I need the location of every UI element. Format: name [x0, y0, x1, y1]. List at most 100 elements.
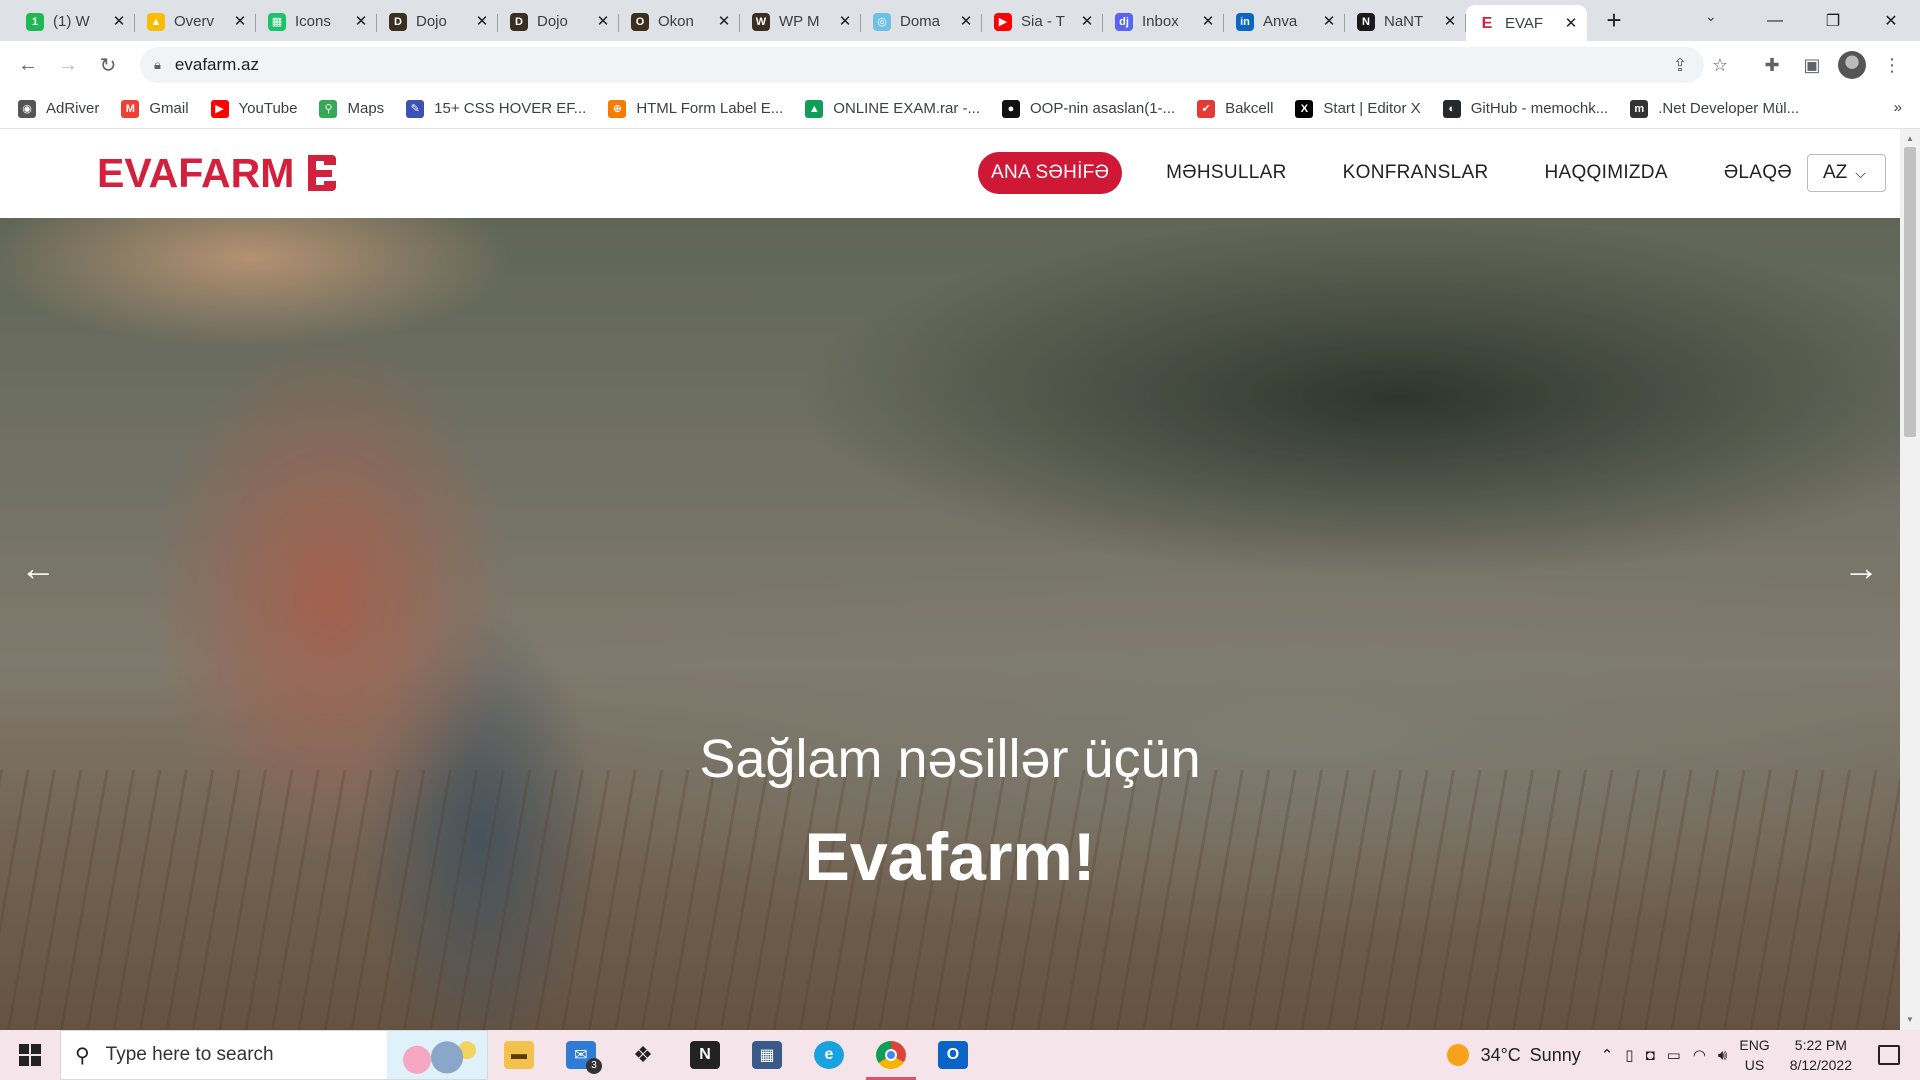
- taskbar-search[interactable]: ⚲ Type here to search: [60, 1030, 488, 1080]
- close-window-icon[interactable]: ✕: [1862, 11, 1920, 31]
- address-bar[interactable]: 🔒︎ evafarm.az: [140, 47, 1704, 83]
- language-current: AZ: [1823, 162, 1848, 183]
- scroll-thumb[interactable]: [1904, 147, 1916, 437]
- bookmark-item[interactable]: ● OOP-nin asaslan(1-...: [1002, 99, 1175, 118]
- bookmarks-overflow-icon[interactable]: »: [1894, 99, 1902, 116]
- forward-icon[interactable]: →: [48, 45, 88, 85]
- tab-close-icon[interactable]: ✕: [595, 13, 611, 30]
- bookmark-item[interactable]: ▶ YouTube: [210, 99, 297, 118]
- volume-icon[interactable]: 🔊︎: [1718, 1047, 1727, 1064]
- browser-tab[interactable]: 1 (1) W ✕: [14, 6, 135, 38]
- bookmark-item[interactable]: ◐ GitHub - memochk...: [1442, 99, 1608, 118]
- nav-item[interactable]: HAQQIMIZDA: [1544, 162, 1667, 184]
- browser-tab[interactable]: O Okon ✕: [619, 6, 740, 38]
- tab-close-icon[interactable]: ✕: [353, 13, 369, 30]
- input-language[interactable]: ENG US: [1739, 1035, 1769, 1075]
- url-text[interactable]: evafarm.az: [175, 55, 259, 75]
- reload-icon[interactable]: ↻: [88, 45, 128, 85]
- slider-next-arrow-icon[interactable]: →: [1841, 548, 1881, 588]
- bookmark-item[interactable]: X Start | Editor X: [1295, 99, 1421, 118]
- bookmark-item[interactable]: ⊕ HTML Form Label E...: [608, 99, 783, 118]
- bookmark-item[interactable]: ✎ 15+ CSS HOVER EF...: [406, 99, 586, 118]
- nav-item[interactable]: MƏHSULLAR: [1166, 162, 1286, 184]
- browser-tab[interactable]: E EVAF ✕: [1466, 5, 1587, 42]
- restore-icon[interactable]: ❐: [1804, 11, 1862, 31]
- tab-close-icon[interactable]: ✕: [232, 13, 248, 30]
- chevron-up-icon[interactable]: ⌃: [1601, 1046, 1614, 1064]
- browser-tab[interactable]: ▲ Overv ✕: [135, 6, 256, 38]
- outlook-icon[interactable]: O: [922, 1030, 984, 1080]
- scroll-down-icon[interactable]: ▼: [1900, 1012, 1920, 1028]
- tab-close-icon[interactable]: ✕: [474, 13, 490, 30]
- browser-tab[interactable]: in Anva ✕: [1224, 6, 1345, 38]
- browser-tab[interactable]: ▦ Icons ✕: [256, 6, 377, 38]
- slider-prev-arrow-icon[interactable]: ←: [18, 548, 58, 588]
- wifi-icon[interactable]: ◠: [1693, 1046, 1706, 1064]
- extensions-icon[interactable]: ✚: [1754, 47, 1790, 83]
- bookmark-item[interactable]: ⚲ Maps: [319, 99, 384, 118]
- battery-icon[interactable]: ▭: [1667, 1046, 1681, 1064]
- calculator-icon[interactable]: ▦: [736, 1030, 798, 1080]
- device-icon[interactable]: ▯: [1625, 1046, 1633, 1064]
- sun-icon: [1446, 1044, 1469, 1066]
- nav-item[interactable]: ANA SƏHİFƏ: [978, 152, 1123, 194]
- bookmark-item[interactable]: m .Net Developer Mül...: [1630, 99, 1799, 118]
- weather-condition: Sunny: [1529, 1044, 1581, 1065]
- bookmark-favicon-icon: ◉: [18, 99, 36, 118]
- lock-icon[interactable]: 🔒︎: [154, 57, 161, 73]
- browser-tab[interactable]: N NaNT ✕: [1345, 6, 1466, 38]
- bookmark-item[interactable]: ▲ ONLINE EXAM.rar -...: [805, 99, 980, 118]
- file-explorer-icon[interactable]: ▬: [488, 1030, 550, 1080]
- tab-close-icon[interactable]: ✕: [111, 13, 127, 30]
- tab-close-icon[interactable]: ✕: [716, 13, 732, 30]
- browser-tab[interactable]: ◎ Doma ✕: [861, 6, 982, 38]
- browser-tab[interactable]: W WP M ✕: [740, 6, 861, 38]
- bookmark-star-icon[interactable]: ☆: [1702, 47, 1738, 83]
- side-panel-icon[interactable]: ▣: [1794, 47, 1830, 83]
- tab-favicon-icon: E: [1478, 14, 1496, 33]
- bookmark-item[interactable]: ◉ AdRiver: [18, 99, 99, 118]
- mail-icon[interactable]: ✉ 3: [550, 1030, 612, 1080]
- tab-close-icon[interactable]: ✕: [1321, 13, 1337, 30]
- clock[interactable]: 5:22 PM 8/12/2022: [1790, 1035, 1852, 1075]
- tab-search-icon[interactable]: ⌄: [1705, 8, 1717, 25]
- tab-favicon-icon: ▦: [268, 12, 286, 31]
- bookmark-item[interactable]: M Gmail: [121, 99, 189, 118]
- bookmark-favicon-icon: ▲: [805, 99, 824, 118]
- language-select[interactable]: AZ ⌵: [1807, 154, 1886, 192]
- share-icon[interactable]: ⇪: [1662, 47, 1698, 83]
- browser-tab[interactable]: dj Inbox ✕: [1103, 6, 1224, 38]
- page-scrollbar[interactable]: ▲ ▼: [1900, 129, 1920, 1030]
- menu-kebab-icon[interactable]: ⋮: [1874, 47, 1910, 83]
- tab-close-icon[interactable]: ✕: [1200, 13, 1216, 30]
- tab-close-icon[interactable]: ✕: [837, 13, 853, 30]
- browser-tab[interactable]: D Dojo ✕: [498, 6, 619, 38]
- scroll-up-icon[interactable]: ▲: [1900, 131, 1920, 147]
- browser-tab[interactable]: ▶ Sia - T ✕: [982, 6, 1103, 38]
- clock-date: 8/12/2022: [1789, 1057, 1852, 1073]
- search-icon: ⚲: [75, 1044, 90, 1067]
- site-logo[interactable]: EVAFARM: [97, 149, 340, 197]
- tab-close-icon[interactable]: ✕: [1079, 13, 1095, 30]
- new-tab-button[interactable]: +: [1599, 6, 1629, 36]
- security-icon[interactable]: ◘: [1646, 1047, 1655, 1064]
- minimize-icon[interactable]: —: [1746, 12, 1804, 30]
- nav-item[interactable]: KONFRANSLAR: [1343, 162, 1489, 184]
- tab-close-icon[interactable]: ✕: [1442, 13, 1458, 30]
- browser-tab[interactable]: D Dojo ✕: [377, 6, 498, 38]
- weather-widget[interactable]: 34°C Sunny: [1446, 1044, 1581, 1066]
- tab-close-icon[interactable]: ✕: [958, 13, 974, 30]
- back-icon[interactable]: ←: [8, 45, 48, 85]
- search-highlight-image: [387, 1031, 487, 1079]
- notification-center-icon[interactable]: [1878, 1045, 1900, 1065]
- bookmark-item[interactable]: ✔ Bakcell: [1197, 99, 1273, 118]
- tab-close-icon[interactable]: ✕: [1563, 15, 1579, 32]
- tab-title: NaNT: [1384, 13, 1424, 30]
- start-button[interactable]: [0, 1030, 60, 1080]
- notion-icon[interactable]: N: [674, 1030, 736, 1080]
- dropbox-icon[interactable]: ❖: [612, 1030, 674, 1080]
- edge-icon[interactable]: e: [798, 1030, 860, 1080]
- chrome-icon[interactable]: [860, 1030, 922, 1080]
- nav-item[interactable]: ƏLAQƏ: [1724, 162, 1792, 184]
- profile-avatar[interactable]: [1834, 47, 1870, 83]
